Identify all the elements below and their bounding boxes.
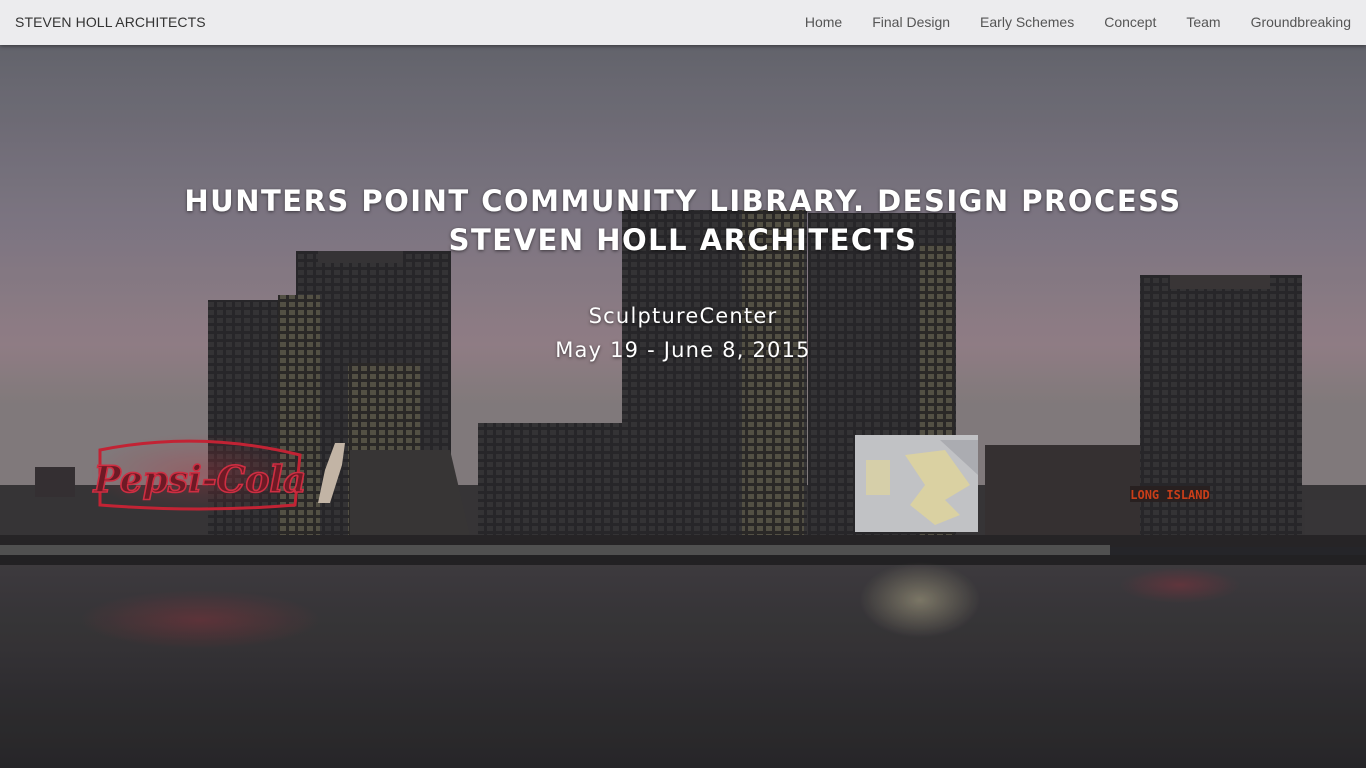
nav-link-groundbreaking[interactable]: Groundbreaking <box>1236 0 1366 45</box>
nav-link-home[interactable]: Home <box>790 0 857 45</box>
hero-title: HUNTERS POINT COMMUNITY LIBRARY. DESIGN … <box>0 182 1366 260</box>
nav-link-final-design[interactable]: Final Design <box>857 0 965 45</box>
nav-link-concept[interactable]: Concept <box>1089 0 1171 45</box>
venue-text: SculptureCenter <box>588 304 778 328</box>
brand-link[interactable]: STEVEN HOLL ARCHITECTS <box>15 14 206 30</box>
hero-subtitle: SculptureCenter May 19 - June 8, 2015 <box>0 299 1366 367</box>
nav-menu: Home Final Design Early Schemes Concept … <box>790 0 1366 45</box>
dates-text: May 19 - June 8, 2015 <box>555 338 811 362</box>
skyline-image: Pepsi-Cola LONG ISLAND <box>0 45 1366 768</box>
nav-link-early-schemes[interactable]: Early Schemes <box>965 0 1089 45</box>
top-navbar: STEVEN HOLL ARCHITECTS Home Final Design… <box>0 0 1366 45</box>
hero-title-line-1: HUNTERS POINT COMMUNITY LIBRARY. DESIGN … <box>184 184 1182 218</box>
hero-section: Pepsi-Cola LONG ISLAND HUNTERS POINT COM… <box>0 45 1366 768</box>
nav-link-team[interactable]: Team <box>1171 0 1235 45</box>
hero-title-line-2: STEVEN HOLL ARCHITECTS <box>448 223 918 257</box>
